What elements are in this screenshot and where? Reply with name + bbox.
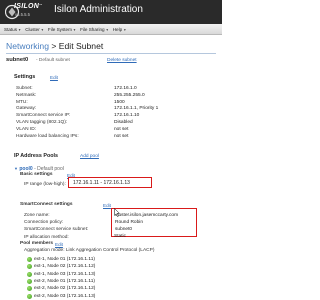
status-ok-icon [27,264,32,270]
list-item: ext-1, Node 01 (172.16.1.11) [27,256,95,263]
smartconnect-edit-link[interactable]: Edit [103,203,111,208]
nav-cluster[interactable]: Cluster▼ [25,27,44,32]
settings-heading: Settings [14,74,36,80]
ip-allocation-value: Static [114,234,126,239]
settings-edit-link[interactable]: Edit [50,75,58,80]
breadcrumb-networking[interactable]: Networking [6,41,49,51]
page-title: Networking > Edit Subnet [6,41,104,51]
ip-range-label: IP range (low-high): [24,182,66,187]
app-title: Isilon Administration [54,4,143,15]
pool-members-edit-link[interactable]: Edit [55,242,63,247]
connection-policy-value: Round Robin [115,220,144,225]
list-item: ext-2, Node 02 (172.16.1.12) [27,285,95,292]
list-item: ext-2, Node 01 (172.16.1.11) [27,278,95,285]
ip-pools-heading: IP Address Pools [14,153,59,159]
subnet-name: subnet0 [6,57,29,63]
chevron-down-icon: ▼ [105,27,109,32]
settings-row: SmartConnect service IP: 172.16.1.10 [16,113,140,119]
pool-members-heading: Pool members [20,241,54,246]
service-subnet-label: SmartConnect service subnet: [24,227,89,233]
settings-row: VLAN ID: not set [16,126,129,132]
title-divider [6,53,216,54]
status-ok-icon [27,257,32,263]
main-nav: Status▼ Cluster▼ File System▼ File Shari… [0,24,222,35]
list-item: ext-1, Node 02 (172.16.1.12) [27,263,95,270]
collapse-triangle-icon[interactable]: ▼ [14,166,18,171]
subnet-description: - Default subnet [36,58,70,63]
version-label: v6.5.5.5 [15,12,30,17]
smartconnect-highlight: cluster.isilon.jasemccarty.com Round Rob… [111,208,197,237]
smartconnect-heading: SmartConnect settings [20,202,73,207]
logo-word: ISILON™ [14,3,43,10]
chevron-down-icon: ▼ [72,27,77,32]
nav-file-system[interactable]: File System▼ [48,27,76,32]
nav-file-sharing[interactable]: File Sharing▼ [80,27,109,32]
list-item: ext-2, Node 03 (172.16.1.13) [27,292,95,299]
aggregation-mode: Aggregation mode: Link Aggregation Contr… [24,248,155,253]
settings-row: Subnet: 172.16.1.0 [16,86,137,91]
app-header: ISILON™ v6.5.5.5 Isilon Administration [0,0,222,24]
service-subnet-value: subnet0 [115,227,133,232]
settings-row: VLAN tagging (802.1Q): Disabled [16,119,133,125]
settings-table: Subnet: 172.16.1.0 Netmask: 255.255.255.0 … [16,86,216,140]
add-pool-link[interactable]: Add pool [80,154,99,159]
ip-range-value: 172.16.1.11 - 172.16.1.13 [73,180,130,186]
delete-subnet-link[interactable]: Delete subnet [107,58,137,63]
status-ok-icon [27,271,32,277]
nav-status[interactable]: Status▼ [4,27,21,32]
chevron-down-icon: ▼ [123,27,127,32]
settings-row: Netmask: 255.255.255.0 [16,92,145,98]
ip-range-highlight: 172.16.1.11 - 172.16.1.13 [68,177,152,188]
status-ok-icon [27,293,32,299]
basic-settings-heading: Basic settings [20,172,53,177]
page-title-text: Edit Subnet [58,41,104,51]
smartconnect-labels: Zone name: Connection policy: SmartConne… [24,213,88,242]
mouse-cursor-icon [114,208,120,217]
status-ok-icon [27,279,32,285]
chevron-down-icon: ▼ [18,27,22,32]
nav-help[interactable]: Help▼ [113,27,127,32]
chevron-down-icon: ▼ [40,27,44,32]
interface-list: ext-1, Node 01 (172.16.1.11) ext-1, Node… [27,256,95,300]
status-ok-icon [27,286,32,292]
settings-row: Hardware load balancing IPs: not set [16,133,129,139]
zone-name-value: cluster.isilon.jasemccarty.com [115,213,179,218]
list-item: ext-1, Node 03 (172.16.1.13) [27,271,95,278]
